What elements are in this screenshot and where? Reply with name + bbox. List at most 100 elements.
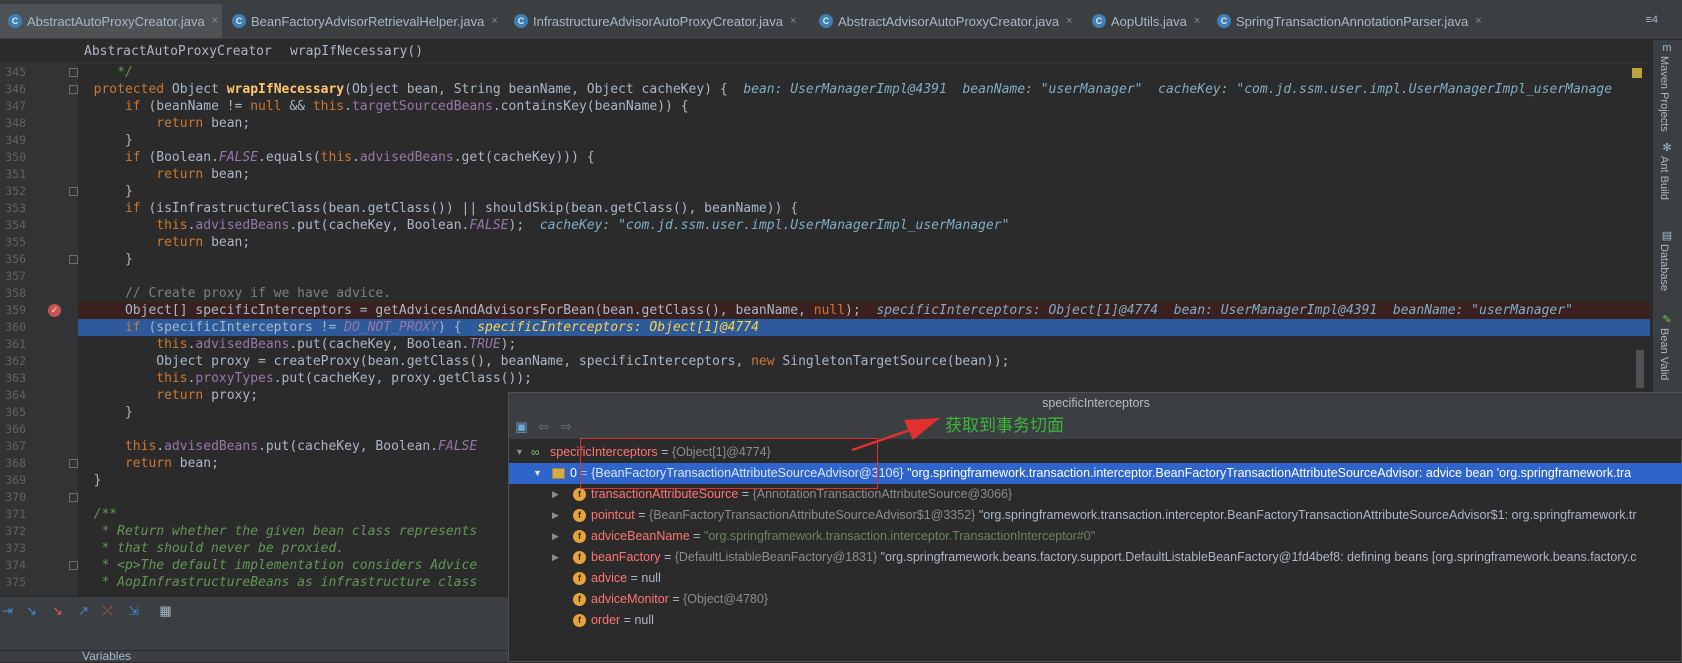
drop-frame-icon[interactable]: ⤫ (100, 603, 115, 618)
collapsed-arrow-icon[interactable]: ▶ (552, 526, 559, 547)
line-number: 352 (5, 184, 26, 198)
code-line-356: } (124, 252, 133, 267)
tab-bean-factory-advisor-retrieval-helper[interactable]: C BeanFactoryAdvisorRetrievalHelper.java… (226, 4, 507, 38)
tab-abstract-advisor-auto-proxy-creator[interactable]: C AbstractAdvisorAutoProxyCreator.java × (813, 4, 1083, 38)
array-element-icon (552, 468, 565, 479)
line-number: 369 (5, 473, 26, 487)
popup-toolbar: ▣ ⇦ ⇨ (509, 414, 1682, 440)
navigate-icon[interactable]: ▣ (514, 419, 529, 434)
line-number: 356 (5, 252, 26, 266)
java-class-icon: C (514, 14, 528, 28)
code-line-353: if (isInfrastructureClass(bean.getClass(… (124, 201, 799, 216)
tab-label: BeanFactoryAdvisorRetrievalHelper.java (251, 13, 485, 29)
line-number: 350 (5, 150, 26, 164)
tree-row-field[interactable]: f order = null (509, 610, 1682, 631)
tab-label: AbstractAdvisorAutoProxyCreator.java (838, 13, 1060, 29)
line-number: 353 (5, 201, 26, 215)
step-out-icon[interactable]: ↗ (76, 603, 91, 618)
line-number: 372 (5, 524, 26, 538)
fold-marker-icon[interactable] (69, 187, 78, 196)
line-number: 361 (5, 337, 26, 351)
close-icon[interactable]: × (1194, 15, 1200, 27)
tab-abstract-auto-proxy-creator[interactable]: C AbstractAutoProxyCreator.java × (0, 4, 222, 38)
java-class-icon: C (819, 14, 833, 28)
code-line-354: this.advisedBeans.put(cacheKey, Boolean.… (156, 218, 1010, 233)
database-tab[interactable]: Database (1658, 244, 1670, 291)
line-number: 351 (5, 167, 26, 181)
show-execution-point-icon[interactable]: ⇥ (0, 603, 15, 618)
expanded-arrow-icon[interactable]: ▼ (533, 463, 542, 484)
close-icon[interactable]: × (1475, 15, 1481, 27)
variables-tab[interactable]: Variables (82, 649, 131, 663)
run-to-cursor-icon[interactable]: ⇲ (126, 603, 141, 618)
editor-scrollbar[interactable] (1636, 350, 1644, 388)
step-over-icon[interactable]: ↘ (24, 603, 39, 618)
field-icon: f (573, 530, 586, 543)
collapsed-arrow-icon[interactable]: ▶ (552, 505, 559, 526)
line-number: 362 (5, 354, 26, 368)
tab-label: InfrastructureAdvisorAutoProxyCreator.ja… (533, 13, 783, 29)
line-number: 365 (5, 405, 26, 419)
field-icon: f (573, 572, 586, 585)
breadcrumb-method[interactable]: wrapIfNecessary() (290, 40, 423, 64)
field-icon: f (573, 593, 586, 606)
bean-validation-tab[interactable]: Bean Valid (1658, 328, 1670, 380)
collapsed-arrow-icon[interactable]: ▶ (552, 547, 559, 568)
step-into-icon[interactable]: ↘ (50, 603, 65, 618)
line-number: 355 (5, 235, 26, 249)
ant-build-tab[interactable]: Ant Build (1658, 156, 1670, 200)
tab-spring-transaction-annotation-parser[interactable]: C SpringTransactionAnnotationParser.java… (1211, 4, 1501, 38)
field-icon: f (573, 614, 586, 627)
fold-marker-icon[interactable] (69, 459, 78, 468)
tree-row-field[interactable]: f adviceMonitor = {Object@4780} (509, 589, 1682, 610)
java-class-icon: C (1217, 14, 1231, 28)
warning-marker[interactable] (1632, 68, 1642, 78)
ant-icon: ✻ (1662, 142, 1672, 154)
java-class-icon: C (232, 14, 246, 28)
close-icon[interactable]: × (1066, 15, 1072, 27)
tab-infrastructure-advisor-auto-proxy-creator[interactable]: C InfrastructureAdvisorAutoProxyCreator.… (508, 4, 808, 38)
close-icon[interactable]: × (790, 15, 796, 27)
collapsed-arrow-icon[interactable]: ▶ (552, 484, 559, 505)
breakpoint-icon[interactable]: ✓ (48, 304, 61, 317)
maven-projects-tab[interactable]: Maven Projects (1658, 56, 1670, 132)
tabs-overflow-button[interactable]: ≡4 (1645, 14, 1658, 26)
tree-row-field[interactable]: ▶ f pointcut = {BeanFactoryTransactionAt… (509, 505, 1682, 526)
line-number: 368 (5, 456, 26, 470)
tree-row-field[interactable]: f advice = null (509, 568, 1682, 589)
breadcrumb-class[interactable]: AbstractAutoProxyCreator (84, 40, 272, 64)
database-icon: ▤ (1661, 230, 1673, 242)
tree-row-field[interactable]: ▶ f beanFactory = {DefaultListableBeanFa… (509, 547, 1682, 568)
fold-marker-icon[interactable] (69, 561, 78, 570)
tree-row-field[interactable]: ▶ f adviceBeanName = "org.springframewor… (509, 526, 1682, 547)
code-line-345: */ (109, 65, 133, 80)
fold-marker-icon[interactable] (69, 493, 78, 502)
tab-label: SpringTransactionAnnotationParser.java (1236, 13, 1469, 29)
line-number: 358 (5, 286, 26, 300)
fold-marker-icon[interactable] (69, 255, 78, 264)
code-line-352: } (124, 184, 133, 199)
expanded-arrow-icon[interactable]: ▼ (515, 442, 524, 463)
line-number: 364 (5, 388, 26, 402)
code-line-351: return bean; (156, 167, 251, 182)
tab-aop-utils[interactable]: C AopUtils.java × (1086, 4, 1210, 38)
line-number: 370 (5, 490, 26, 504)
line-number: 349 (5, 133, 26, 147)
line-number: 354 (5, 218, 26, 232)
java-class-icon: C (1092, 14, 1106, 28)
close-icon[interactable]: × (212, 15, 218, 27)
java-class-icon: C (8, 14, 22, 28)
forward-arrow-icon[interactable]: ⇨ (559, 419, 574, 434)
breadcrumb: AbstractAutoProxyCreator wrapIfNecessary… (0, 40, 1648, 64)
evaluate-expression-icon[interactable]: ▦ (158, 603, 173, 618)
annotation-text: 获取到事务切面 (945, 416, 1064, 436)
fold-marker-icon[interactable] (69, 68, 78, 77)
line-number: 348 (5, 116, 26, 130)
line-number: 347 (5, 99, 26, 113)
fold-marker-icon[interactable] (69, 85, 78, 94)
close-icon[interactable]: × (491, 15, 497, 27)
code-line-362: Object proxy = createProxy(bean.getClass… (156, 354, 1010, 369)
back-arrow-icon[interactable]: ⇦ (536, 419, 551, 434)
variables-panel-header: Variables (0, 649, 508, 663)
